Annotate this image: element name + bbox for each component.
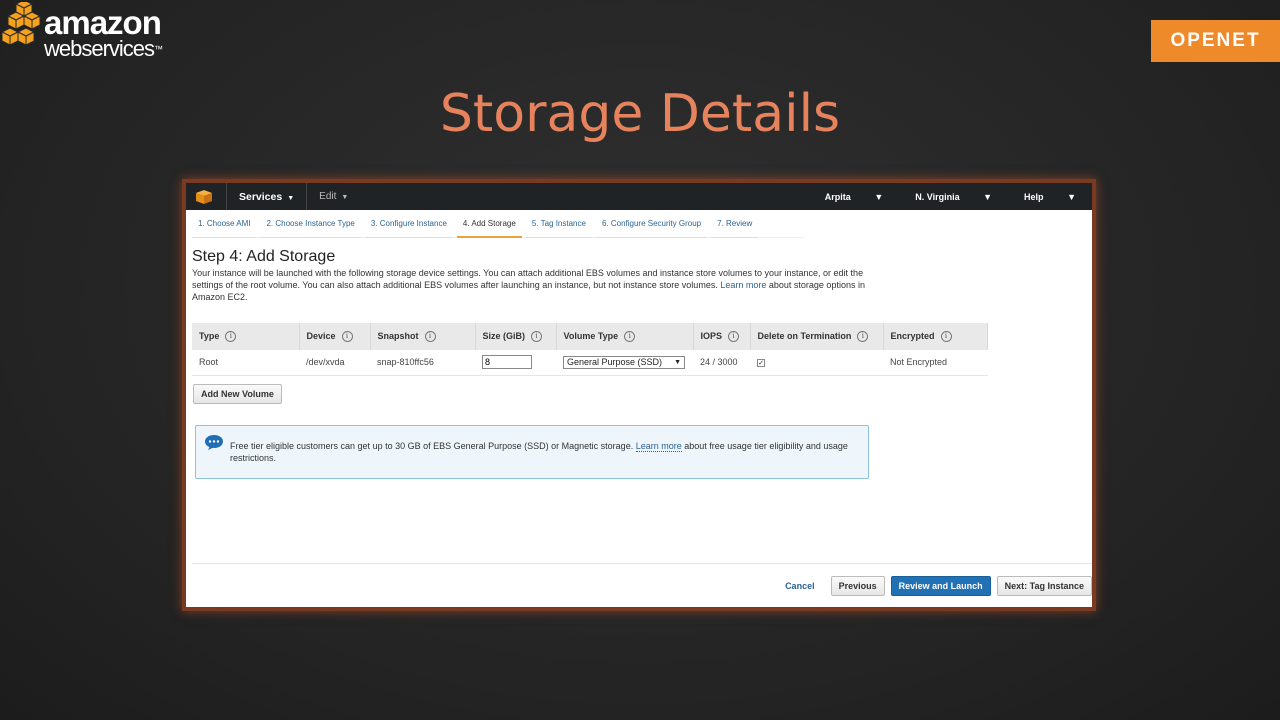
cancel-button[interactable]: Cancel [777,576,823,596]
help-menu[interactable]: Help ▼ [1008,192,1092,202]
cell-volume-type: General Purpose (SSD) ▼ [556,350,693,376]
notice-learn-more-link[interactable]: Learn more [635,440,682,452]
step-add-storage[interactable]: 4. Add Storage [456,210,522,238]
chevron-down-icon: ▼ [674,358,681,366]
info-icon[interactable]: i [225,331,237,343]
step-choose-ami[interactable]: 1. Choose AMI [192,210,257,238]
cell-iops: 24 / 3000 [693,350,750,376]
nav-right: Arpita ▼ N. Virginia ▼ Help ▼ [809,183,1092,210]
previous-button[interactable]: Previous [830,575,885,596]
review-and-launch-button[interactable]: Review and Launch [890,575,991,596]
chevron-down-icon: ▼ [1067,191,1076,202]
chevron-down-icon: ▼ [287,194,295,202]
step-configure-instance[interactable]: 3. Configure Instance [364,210,453,238]
step-choose-instance-type[interactable]: 2. Choose Instance Type [260,210,361,238]
cell-encrypted: Not Encrypted [883,350,988,376]
slide-title: Storage Details [439,84,841,144]
chevron-down-icon: ▼ [983,191,993,202]
region-menu[interactable]: N. Virginia ▼ [899,192,1008,202]
edit-menu[interactable]: Edit ▼ [307,191,360,202]
wizard-footer: Cancel Previous Review and Launch Next: … [192,563,1092,607]
aws-cubes-icon [2,2,42,46]
step-review[interactable]: 7. Review [711,210,759,238]
column-header: Type i [192,323,300,350]
chevron-down-icon: ▼ [341,194,349,201]
column-header: Encrypted i [883,323,988,350]
openet-logo: OPENET [1151,20,1280,62]
storage-table: Type i Device i Snapshot i Size (GiB) i Volu… [192,323,988,376]
volume-type-select[interactable]: General Purpose (SSD) ▼ [563,355,685,369]
info-icon[interactable]: i [424,331,436,343]
aws-logo: amazon webservices™ [2,2,163,64]
info-icon[interactable]: i [728,331,740,343]
step-tag-instance[interactable]: 5. Tag Instance [525,210,592,238]
table-header-row: Type i Device i Snapshot i Size (GiB) i Volu… [192,323,988,350]
aws-box-icon[interactable] [196,189,212,204]
main-content: Step 4: Add Storage Your instance will b… [186,238,1092,479]
cell-delete-on-termination: ✓ [750,350,883,376]
aws-logo-line2: webservices™ [44,36,163,61]
column-header: IOPS i [693,323,751,350]
info-icon[interactable]: i [940,331,952,343]
page-heading: Step 4: Add Storage [192,248,336,265]
size-input[interactable] [482,355,532,370]
delete-on-termination-checkbox[interactable]: ✓ [757,359,765,368]
column-header: Size (GiB) i [475,323,557,350]
column-header: Delete on Termination i [750,323,884,350]
step-configure-security-group[interactable]: 6. Configure Security Group [595,210,708,238]
cell-snapshot: snap-810ffc56 [370,350,475,376]
notice-text: Free tier eligible customers can get up … [230,440,848,463]
cell-size [475,350,556,376]
cell-type: Root [192,350,299,376]
info-icon[interactable]: i [624,331,636,343]
aws-logo-line1: amazon [44,4,162,41]
free-tier-notice: Free tier eligible customers can get up … [195,424,869,479]
table-row: Root /dev/xvda snap-810ffc56 General Pur… [192,350,988,376]
next-tag-instance-button[interactable]: Next: Tag Instance [996,575,1092,596]
add-new-volume-button[interactable]: Add New Volume [193,383,282,404]
column-header: Device i [299,323,371,350]
top-navbar: Services ▼ Edit ▼ Arpita ▼ N. Virginia ▼ H… [186,183,1092,210]
chat-bubble-icon [205,434,223,450]
cell-device: /dev/xvda [299,350,370,376]
column-header: Snapshot i [370,323,476,350]
info-icon[interactable]: i [341,331,353,343]
info-icon[interactable]: i [857,331,869,343]
column-header: Volume Type i [556,323,694,350]
chevron-down-icon: ▼ [874,191,884,202]
user-menu[interactable]: Arpita ▼ [809,192,899,202]
learn-more-link[interactable]: Learn more [720,280,766,290]
page-description: Your instance will be launched with the … [192,268,865,302]
console-screenshot: Services ▼ Edit ▼ Arpita ▼ N. Virginia ▼ H… [182,179,1096,611]
wizard-steps: 1. Choose AMI 2. Choose Instance Type 3.… [192,210,804,238]
services-menu[interactable]: Services ▼ [227,191,306,203]
info-icon[interactable]: i [531,331,543,343]
